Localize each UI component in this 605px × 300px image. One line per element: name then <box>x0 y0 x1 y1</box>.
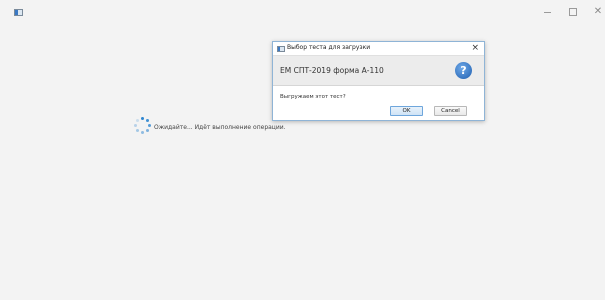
maximize-icon[interactable] <box>566 7 580 17</box>
spinner-icon <box>133 117 153 137</box>
dialog-close-button[interactable]: × <box>471 42 479 54</box>
dialog-titlebar[interactable]: Выбор теста для загрузки × <box>273 42 484 55</box>
window-titlebar: ✕ <box>0 0 605 24</box>
test-name: ЕМ СПТ-2019 форма А-110 <box>280 66 384 75</box>
confirm-dialog: Выбор теста для загрузки × ЕМ СПТ-2019 ф… <box>272 41 485 121</box>
dialog-title: Выбор теста для загрузки <box>287 44 371 51</box>
close-icon[interactable]: ✕ <box>591 7 605 17</box>
status-text: Ожидайте... Идёт выполнение операции. <box>154 123 286 131</box>
progress-status: Ожидайте... Идёт выполнение операции. <box>133 117 286 137</box>
cancel-button[interactable]: Cancel <box>434 106 467 116</box>
dialog-question: Выгружаем этот тест? <box>280 94 346 100</box>
dialog-header: ЕМ СПТ-2019 форма А-110 ? <box>273 55 484 86</box>
ok-button[interactable]: OK <box>390 106 423 116</box>
app-icon <box>14 9 23 16</box>
dialog-app-icon <box>277 46 285 52</box>
minimize-icon[interactable] <box>540 7 554 17</box>
question-icon: ? <box>455 62 472 79</box>
